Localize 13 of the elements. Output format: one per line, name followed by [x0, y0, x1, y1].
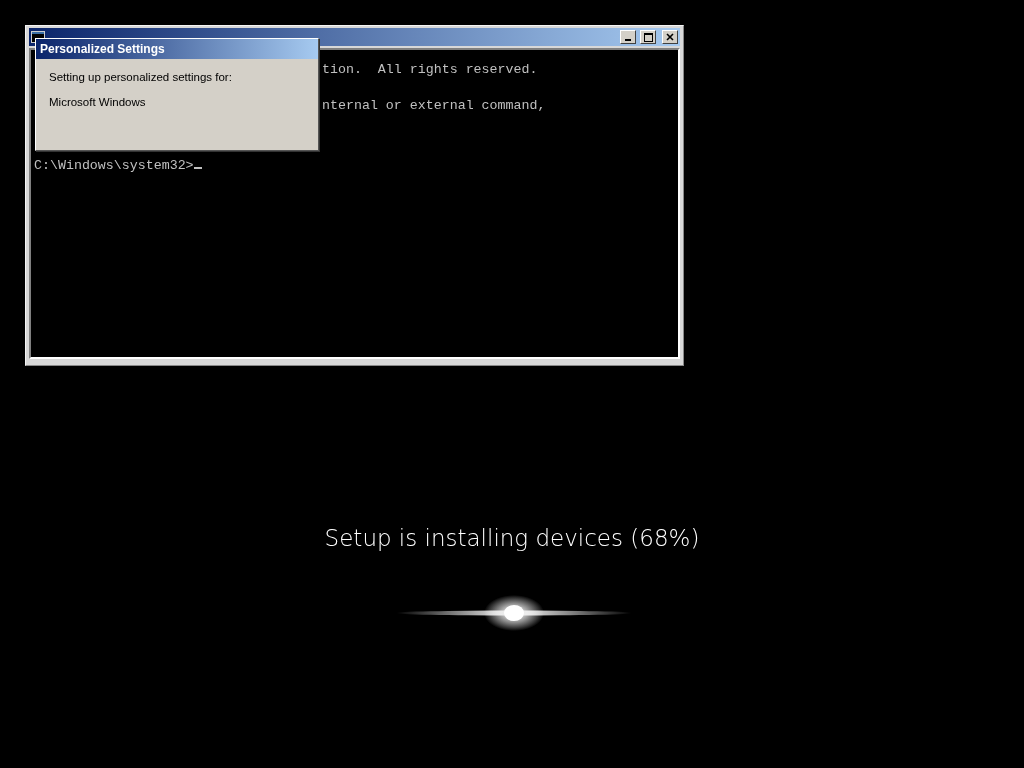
text-cursor: [193, 167, 202, 169]
dialog-item: Microsoft Windows: [49, 96, 147, 108]
setup-status: Setup is installing devices (68%): [324, 525, 700, 551]
dialog-title: Personalized Settings: [36, 39, 318, 59]
close-icon: [666, 33, 674, 41]
maximize-button[interactable]: [640, 30, 656, 44]
console-text: tion. All rights reserved.: [322, 62, 538, 77]
maximize-icon: [643, 32, 653, 42]
minimize-button[interactable]: [620, 30, 636, 44]
console-text: nternal or external command,: [322, 98, 546, 113]
close-button[interactable]: [662, 30, 678, 44]
command-prompt: C:\Windows\system32>: [34, 158, 194, 173]
dialog-message: Setting up personalized settings for:: [49, 71, 233, 83]
